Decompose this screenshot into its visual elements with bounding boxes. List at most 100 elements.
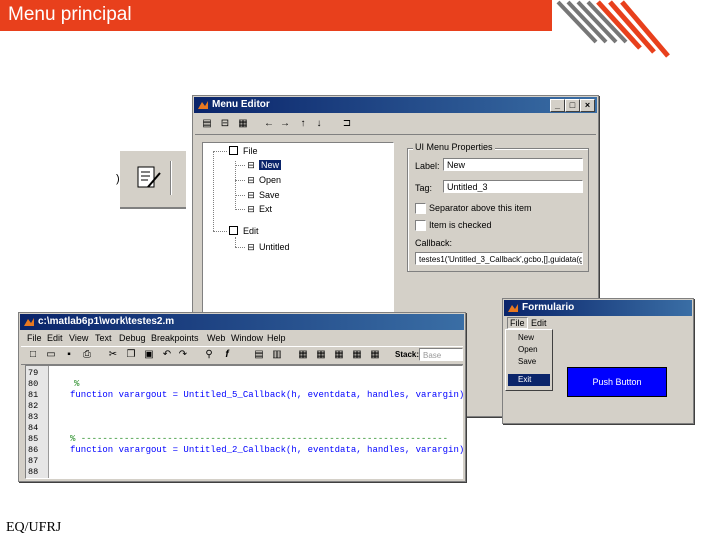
tree-line bbox=[235, 180, 245, 181]
menu-breakpoints[interactable]: Breakpoints bbox=[151, 333, 199, 343]
code-line-86: % --------------------------------------… bbox=[70, 434, 449, 444]
code-editor-window[interactable]: c:\matlab6p1\work\testes2.m File Edit Vi… bbox=[18, 312, 466, 482]
tree-line bbox=[235, 161, 236, 208]
tree-item-new[interactable]: New bbox=[259, 159, 282, 171]
new-context-menu-icon[interactable]: ▦ bbox=[237, 118, 249, 130]
tree-line bbox=[235, 209, 245, 210]
push-button[interactable]: Push Button bbox=[567, 367, 667, 397]
menu-edit[interactable]: Edit bbox=[47, 333, 63, 343]
save-icon[interactable]: ▪ bbox=[63, 349, 75, 361]
menu-item-exit[interactable]: Exit bbox=[508, 374, 550, 386]
move-right-icon[interactable]: → bbox=[279, 118, 291, 130]
code-area[interactable]: 79 80 81 82 83 84 85 86 87 88 % function… bbox=[25, 365, 465, 479]
separator-checkbox[interactable] bbox=[415, 203, 426, 214]
function-icon[interactable]: f bbox=[221, 349, 233, 361]
menu-item-open[interactable]: Open bbox=[508, 344, 550, 356]
step-in-icon[interactable]: ▦ bbox=[315, 349, 327, 361]
menu-edit[interactable]: Edit bbox=[531, 318, 547, 328]
slide-footer: EQ/UFRJ bbox=[6, 520, 62, 535]
tree-line bbox=[213, 231, 227, 232]
new-menu-icon[interactable]: ▤ bbox=[201, 118, 213, 130]
matlab-icon bbox=[508, 304, 518, 312]
file-dropdown-menu: New Open Save Exit bbox=[505, 329, 553, 391]
close-button[interactable]: × bbox=[580, 99, 595, 112]
formulario-menubar: File Edit bbox=[505, 317, 691, 329]
property-editor-icon[interactable] bbox=[136, 165, 162, 191]
logo-stripes bbox=[556, 0, 670, 58]
line-number: 83 bbox=[28, 412, 39, 422]
menu-file[interactable]: File bbox=[507, 317, 528, 329]
tree-item-exit[interactable]: Ext bbox=[259, 203, 272, 215]
move-left-icon[interactable]: ← bbox=[263, 118, 275, 130]
menu-editor-titlebar[interactable]: Menu Editor _ □ × bbox=[194, 97, 597, 113]
undo-icon[interactable]: ↶ bbox=[161, 349, 173, 361]
breakpoint-icon[interactable]: ▤ bbox=[253, 349, 265, 361]
matlab-icon bbox=[198, 101, 208, 109]
menu-item-icon: ⊟ bbox=[247, 204, 255, 214]
find-icon[interactable]: ⚲ bbox=[203, 349, 215, 361]
move-up-icon[interactable]: ↑ bbox=[297, 118, 309, 130]
label-caption: Label: bbox=[415, 161, 440, 171]
tree-item-new-label: New bbox=[259, 160, 282, 170]
label-field[interactable]: New bbox=[443, 158, 583, 171]
menu-file[interactable]: File bbox=[27, 333, 42, 343]
delete-icon[interactable]: ⊐ bbox=[341, 118, 353, 130]
step-out-icon[interactable]: ▦ bbox=[333, 349, 345, 361]
menu-help[interactable]: Help bbox=[267, 333, 286, 343]
code-line-87: function varargout = Untitled_2_Callback… bbox=[70, 445, 465, 455]
menu-debug[interactable]: Debug bbox=[119, 333, 146, 343]
menu-item-icon: ⊟ bbox=[247, 175, 255, 185]
clear-breakpoint-icon[interactable]: ▥ bbox=[271, 349, 283, 361]
menu-window[interactable]: Window bbox=[231, 333, 263, 343]
code-editor-titlebar[interactable]: c:\matlab6p1\work\testes2.m bbox=[20, 314, 464, 330]
move-down-icon[interactable]: ↓ bbox=[313, 118, 325, 130]
tree-item-file[interactable]: File bbox=[243, 145, 258, 157]
menu-text[interactable]: Text bbox=[95, 333, 112, 343]
menu-item-icon: ⊟ bbox=[247, 242, 255, 252]
new-menu-item-icon[interactable]: ⊟ bbox=[219, 118, 231, 130]
menu-item-save[interactable]: Save bbox=[508, 356, 550, 368]
callback-field[interactable]: testes1('Untitled_3_Callback',gcbo,[],gu… bbox=[415, 252, 583, 265]
redo-icon[interactable]: ↷ bbox=[177, 349, 189, 361]
tree-line bbox=[213, 151, 214, 231]
stack-select[interactable]: Base bbox=[419, 348, 463, 361]
tag-field[interactable]: Untitled_3 bbox=[443, 180, 583, 193]
menu-item-icon: ⊟ bbox=[247, 160, 255, 170]
maximize-button[interactable]: □ bbox=[565, 99, 580, 112]
cut-icon[interactable]: ✂ bbox=[107, 349, 119, 361]
code-editor-toolbar: □ ▭ ▪ ⎙ ✂ ❐ ▣ ↶ ↷ ⚲ f ▤ ▥ ▦ ▦ ▦ ▦ ▦ Stac… bbox=[21, 346, 463, 365]
tree-item-open[interactable]: Open bbox=[259, 174, 281, 186]
exit-debug-icon[interactable]: ▦ bbox=[369, 349, 381, 361]
continue-icon[interactable]: ▦ bbox=[351, 349, 363, 361]
tree-item-edit[interactable]: Edit bbox=[243, 225, 259, 237]
tree-line bbox=[235, 247, 245, 248]
matlab-icon bbox=[24, 318, 34, 326]
code-line-80: % bbox=[74, 379, 80, 389]
menu-item-icon: ⊟ bbox=[247, 190, 255, 200]
formulario-window[interactable]: Formulario File Edit New Open Save Exit … bbox=[502, 298, 694, 424]
line-number: 84 bbox=[28, 423, 39, 433]
step-icon[interactable]: ▦ bbox=[297, 349, 309, 361]
line-number: 79 bbox=[28, 368, 39, 378]
code-line-81: function varargout = Untitled_5_Callback… bbox=[70, 390, 465, 400]
menu-view[interactable]: View bbox=[69, 333, 88, 343]
copy-icon[interactable]: ❐ bbox=[125, 349, 137, 361]
toolbar-fragment-edge: ) bbox=[116, 173, 120, 185]
code-editor-title: c:\matlab6p1\work\testes2.m bbox=[38, 316, 175, 327]
new-file-icon[interactable]: □ bbox=[27, 349, 39, 361]
paste-icon[interactable]: ▣ bbox=[143, 349, 155, 361]
tree-line bbox=[235, 195, 245, 196]
toolbar-separator bbox=[170, 161, 172, 195]
tree-item-save[interactable]: Save bbox=[259, 189, 280, 201]
tree-line bbox=[235, 165, 245, 166]
open-folder-icon[interactable]: ▭ bbox=[45, 349, 57, 361]
minimize-button[interactable]: _ bbox=[550, 99, 565, 112]
menu-item-new[interactable]: New bbox=[508, 332, 550, 344]
checked-checkbox[interactable] bbox=[415, 220, 426, 231]
menu-web[interactable]: Web bbox=[207, 333, 225, 343]
tree-item-untitled[interactable]: Untitled bbox=[259, 241, 290, 253]
tree-line bbox=[235, 237, 236, 247]
line-number: 86 bbox=[28, 445, 39, 455]
print-icon[interactable]: ⎙ bbox=[81, 349, 93, 361]
formulario-titlebar[interactable]: Formulario bbox=[504, 300, 692, 316]
